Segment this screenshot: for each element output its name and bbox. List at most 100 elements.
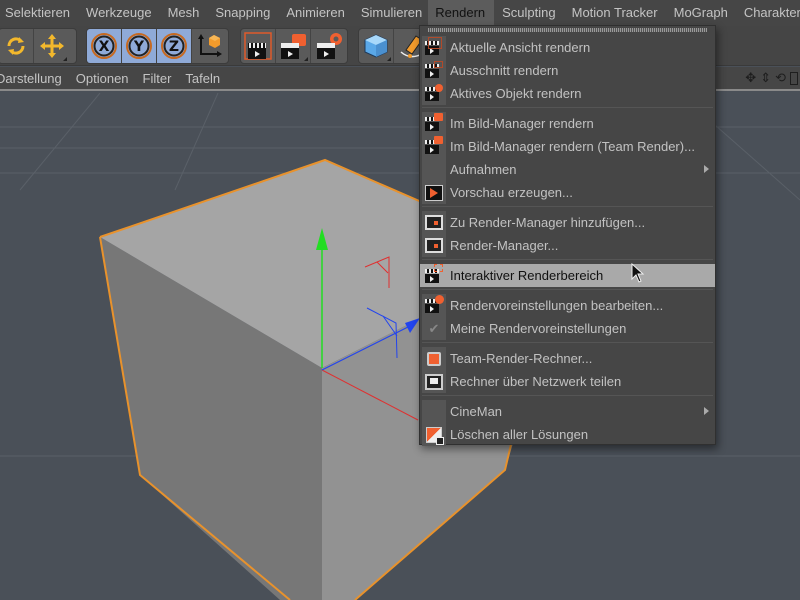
interactive-render-region-icon [422, 264, 446, 287]
render-picture-viewer-icon [422, 112, 446, 135]
cube-icon [364, 34, 388, 58]
team-render-machines-icon [422, 347, 446, 370]
transform-tools-group [0, 28, 77, 64]
menu-item-löschen-aller-lösungen[interactable]: Löschen aller Lösungen [420, 423, 715, 446]
render-settings-icon [316, 33, 342, 59]
edit-render-settings-icon [422, 294, 446, 317]
menu-werkzeuge[interactable]: Werkzeuge [78, 0, 160, 26]
render-region-icon [422, 59, 446, 82]
empty-icon-slot [422, 158, 446, 181]
menu-item-label: Meine Rendervoreinstellungen [450, 321, 627, 336]
menu-item-team-render-rechner[interactable]: Team-Render-Rechner... [420, 347, 715, 370]
cube-button[interactable] [359, 29, 394, 63]
menu-item-aufnahmen[interactable]: Aufnahmen [420, 158, 715, 181]
menu-item-label: Interaktiver Renderbereich [450, 268, 604, 283]
rendern-dropdown-menu: Aktuelle Ansicht rendern Ausschnitt rende… [419, 25, 716, 446]
render-tools-group [240, 28, 348, 64]
menu-mograph[interactable]: MoGraph [666, 0, 736, 26]
menu-item-im-bild-manager-rendern-team-render[interactable]: Im Bild-Manager rendern (Team Render)... [420, 135, 715, 158]
menu-item-vorschau-erzeugen[interactable]: Vorschau erzeugen... [420, 181, 715, 204]
menu-item-label: Zu Render-Manager hinzufügen... [450, 215, 646, 230]
svg-text:X: X [99, 39, 110, 55]
menu-item-rendervoreinstellungen-bearbeiten[interactable]: Rendervoreinstellungen bearbeiten... [420, 294, 715, 317]
rotate-icon [7, 37, 25, 55]
dolly-view-icon[interactable]: ⇕ [760, 70, 771, 86]
x-axis-lock-button[interactable]: X [87, 29, 122, 63]
menu-separator [422, 259, 713, 260]
menu-simulieren[interactable]: Simulieren [353, 0, 430, 26]
menu-item-rechner-über-netzwerk-teilen[interactable]: Rechner über Netzwerk teilen [420, 370, 715, 393]
menu-separator [422, 107, 713, 108]
menu-charakter[interactable]: Charakter [736, 0, 800, 26]
render-queue-icon [422, 234, 446, 257]
z-axis-lock-button[interactable]: Z [157, 29, 192, 63]
render-active-object-icon [422, 82, 446, 105]
move-button[interactable] [34, 29, 69, 63]
menu-item-label: Im Bild-Manager rendern (Team Render)... [450, 139, 695, 154]
team-render-picture-viewer-icon [422, 135, 446, 158]
orbit-view-icon[interactable]: ⟲ [775, 70, 786, 86]
checkmark-icon: ✔ [422, 317, 446, 340]
menu-item-label: Aufnahmen [450, 162, 517, 177]
render-view-icon [422, 36, 446, 59]
coordinate-system-button[interactable] [192, 29, 227, 63]
y-axis-lock-button[interactable]: Y [122, 29, 157, 63]
viewmenu-darstellung[interactable]: Darstellung [0, 71, 69, 86]
rotate-button[interactable] [0, 29, 34, 63]
menu-item-label: Rechner über Netzwerk teilen [450, 374, 622, 389]
tear-off-handle[interactable] [428, 28, 707, 32]
menu-item-label: Rendervoreinstellungen bearbeiten... [450, 298, 664, 313]
pan-view-icon[interactable]: ✥ [745, 70, 756, 86]
toggle-view-icon[interactable] [790, 71, 798, 85]
menu-item-label: Löschen aller Lösungen [450, 427, 589, 442]
menu-animieren[interactable]: Animieren [278, 0, 353, 26]
render-view-button[interactable] [241, 29, 276, 63]
viewport-navigation: ✥ ⇕ ⟲ [745, 67, 800, 89]
menu-item-im-bild-manager-rendern[interactable]: Im Bild-Manager rendern [420, 112, 715, 135]
menu-item-label: Im Bild-Manager rendern [450, 116, 594, 131]
menu-item-label: Aktives Objekt rendern [450, 86, 582, 101]
mouse-cursor-icon [631, 263, 645, 283]
render-picture-viewer-button[interactable] [276, 29, 311, 63]
menu-item-ausschnitt-rendern[interactable]: Ausschnitt rendern [420, 59, 715, 82]
menu-item-interaktiver-renderbereich[interactable]: Interaktiver Renderbereich [420, 264, 715, 287]
menu-item-aktives-objekt-rendern[interactable]: Aktives Objekt rendern [420, 82, 715, 105]
menu-separator [422, 342, 713, 343]
viewmenu-filter[interactable]: Filter [136, 71, 179, 86]
menu-item-meine-rendervoreinstellungen[interactable]: ✔ Meine Rendervoreinstellungen [420, 317, 715, 340]
coordinate-system-icon [197, 34, 222, 57]
menu-item-render-manager[interactable]: Render-Manager... [420, 234, 715, 257]
z-axis-lock-icon: Z [161, 33, 187, 59]
x-axis-lock-icon: X [91, 33, 117, 59]
viewmenu-tafeln[interactable]: Tafeln [178, 71, 227, 86]
submenu-arrow-icon [704, 165, 709, 173]
menu-item-label: Team-Render-Rechner... [450, 351, 593, 366]
render-settings-button[interactable] [311, 29, 346, 63]
menu-separator [422, 395, 713, 396]
menu-item-label: Ausschnitt rendern [450, 63, 559, 78]
menu-separator [422, 206, 713, 207]
make-preview-icon [422, 181, 446, 204]
y-axis-lock-icon: Y [126, 33, 152, 59]
menu-item-aktuelle-ansicht-rendern[interactable]: Aktuelle Ansicht rendern [420, 36, 715, 59]
menu-motion-tracker[interactable]: Motion Tracker [564, 0, 666, 26]
menu-selektieren[interactable]: Selektieren [0, 0, 78, 26]
menu-item-label: Render-Manager... [450, 238, 559, 253]
share-machine-icon [422, 370, 446, 393]
flush-caches-icon [422, 423, 446, 446]
menu-sculpting[interactable]: Sculpting [494, 0, 563, 26]
menu-item-cineman[interactable]: CineMan [420, 400, 715, 423]
viewmenu-optionen[interactable]: Optionen [69, 71, 136, 86]
menu-item-label: Aktuelle Ansicht rendern [450, 40, 591, 55]
menu-mesh[interactable]: Mesh [160, 0, 208, 26]
menu-snapping[interactable]: Snapping [207, 0, 278, 26]
menu-separator [422, 289, 713, 290]
svg-text:Z: Z [169, 39, 179, 55]
svg-text:Y: Y [133, 39, 145, 55]
move-icon [39, 34, 64, 58]
menu-item-zu-render-manager-hinzufügen[interactable]: Zu Render-Manager hinzufügen... [420, 211, 715, 234]
axis-lock-group: X Y Z [86, 28, 229, 64]
menu-rendern[interactable]: Rendern [428, 0, 495, 26]
empty-icon-slot [422, 400, 446, 423]
menu-bar: Selektieren Werkzeuge Mesh Snapping Anim… [0, 0, 800, 26]
